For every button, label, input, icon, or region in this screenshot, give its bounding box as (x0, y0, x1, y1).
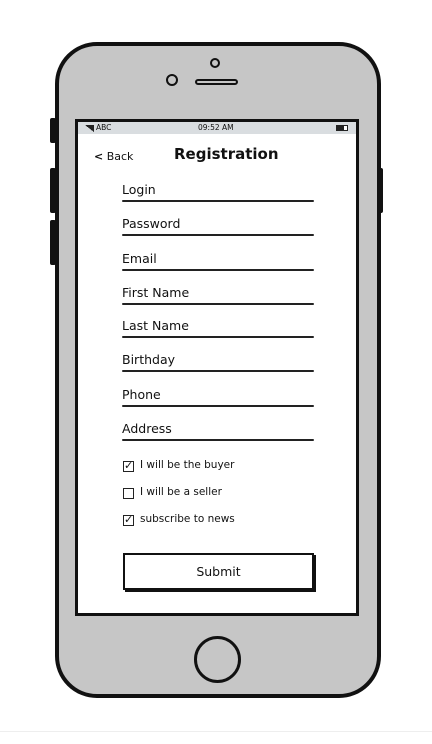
field-underline[interactable] (122, 439, 314, 441)
checkbox[interactable]: ✓ (123, 460, 134, 472)
speaker-icon (195, 79, 238, 85)
checkbox[interactable]: ✓ (123, 514, 134, 526)
field-underline[interactable] (122, 370, 314, 372)
carrier-label: ABC (96, 123, 112, 132)
checkbox-label: I will be the buyer (140, 459, 235, 471)
sensor-icon (210, 58, 220, 68)
field-label: First Name (122, 285, 190, 300)
field-label: Address (122, 421, 172, 436)
divider (0, 731, 432, 732)
back-button[interactable]: < Back (94, 150, 133, 163)
camera-icon (166, 74, 178, 86)
page-title: Registration (174, 145, 279, 163)
submit-button[interactable]: Submit (123, 553, 314, 590)
field-underline[interactable] (122, 234, 314, 236)
status-bar: ABC 09:52 AM (78, 122, 356, 134)
checkbox[interactable] (123, 488, 134, 499)
field-label: Password (122, 216, 181, 231)
time-label: 09:52 AM (198, 123, 234, 132)
field-underline[interactable] (122, 303, 314, 305)
field-label: Email (122, 251, 157, 266)
signal-icon (85, 125, 94, 132)
checkbox-label: I will be a seller (140, 486, 222, 498)
field-label: Login (122, 182, 156, 197)
battery-icon (336, 125, 348, 131)
screen: ABC 09:52 AM < Back Registration Login Pa… (75, 119, 359, 616)
field-label: Last Name (122, 318, 189, 333)
field-underline[interactable] (122, 336, 314, 338)
field-underline[interactable] (122, 200, 314, 202)
field-label: Birthday (122, 352, 176, 367)
field-underline[interactable] (122, 269, 314, 271)
home-button[interactable] (194, 636, 241, 683)
checkbox-label: subscribe to news (140, 513, 235, 525)
field-label: Phone (122, 387, 161, 402)
chevron-left-icon: < (94, 150, 104, 163)
field-underline[interactable] (122, 405, 314, 407)
